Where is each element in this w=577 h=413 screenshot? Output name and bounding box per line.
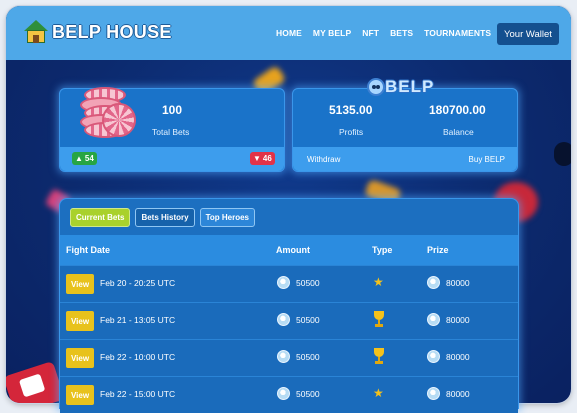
nav-nft[interactable]: NFT xyxy=(362,28,379,38)
logo[interactable]: BELP HOUSE xyxy=(24,20,172,44)
wallet-button[interactable]: Your Wallet xyxy=(497,23,559,45)
balance-value: 180700.00 xyxy=(429,103,486,117)
trophy-icon xyxy=(373,348,385,365)
table-row: View Feb 22 - 15:00 UTC 50500 ★ 80000 xyxy=(60,376,518,413)
logo-text: BELP HOUSE xyxy=(52,21,172,42)
prize-amount: 80000 xyxy=(446,389,470,399)
column-fight-date: Fight Date xyxy=(66,245,110,255)
star-icon: ★ xyxy=(373,386,384,400)
balance-label: Balance xyxy=(443,127,474,137)
bet-amount: 50500 xyxy=(296,389,320,399)
buy-belp-link[interactable]: Buy BELP xyxy=(469,155,505,164)
bet-amount: 50500 xyxy=(296,278,320,288)
like-badge[interactable]: ▲ 54 xyxy=(72,152,97,165)
table-row: View Feb 22 - 10:00 UTC 50500 80000 xyxy=(60,339,518,376)
column-prize: Prize xyxy=(427,245,449,255)
nav-tournaments[interactable]: TOURNAMENTS xyxy=(424,28,491,38)
fight-date: Feb 21 - 13:05 UTC xyxy=(100,315,176,325)
table-row: View Feb 21 - 13:05 UTC 50500 80000 xyxy=(60,302,518,339)
belp-coin-icon xyxy=(427,313,440,326)
column-type: Type xyxy=(372,245,393,255)
dislike-badge[interactable]: ▼ 46 xyxy=(250,152,275,165)
thumbs-down-icon: ▼ xyxy=(253,154,261,163)
poker-chips-icon xyxy=(74,83,140,139)
dislike-count: 46 xyxy=(262,154,272,163)
top-navbar: BELP HOUSE HOME MY BELP NFT BETS TOURNAM… xyxy=(6,6,571,60)
bets-tabs: Current Bets Bets History Top Heroes xyxy=(70,208,255,227)
view-button[interactable]: View xyxy=(66,385,94,405)
belp-mascot-icon xyxy=(367,78,385,96)
nav-my-belp[interactable]: MY BELP xyxy=(313,28,351,38)
profits-value: 5135.00 xyxy=(329,103,373,117)
belp-coin-icon xyxy=(427,387,440,400)
total-bets-label: Total Bets xyxy=(152,127,190,137)
column-amount: Amount xyxy=(276,245,310,255)
view-button[interactable]: View xyxy=(66,348,94,368)
bets-table-card: Current Bets Bets History Top Heroes Fig… xyxy=(59,198,519,413)
decorative-gift-box xyxy=(6,360,65,403)
belp-logo: BELP xyxy=(367,77,434,97)
table-row: View Feb 20 - 20:25 UTC 50500 ★ 80000 xyxy=(60,265,518,302)
prize-amount: 80000 xyxy=(446,315,470,325)
main-nav: HOME MY BELP NFT BETS TOURNAMENTS xyxy=(276,28,491,38)
trophy-icon xyxy=(373,311,385,328)
belp-coin-icon xyxy=(277,387,290,400)
total-bets-card: 100 Total Bets ▲ 54 ▼ 46 xyxy=(59,87,285,172)
nav-home[interactable]: HOME xyxy=(276,28,302,38)
prize-amount: 80000 xyxy=(446,278,470,288)
tab-bets-history[interactable]: Bets History xyxy=(135,208,195,227)
prize-amount: 80000 xyxy=(446,352,470,362)
decorative-shape xyxy=(554,142,571,166)
belp-coin-icon xyxy=(427,276,440,289)
bet-amount: 50500 xyxy=(296,315,320,325)
withdraw-link[interactable]: Withdraw xyxy=(307,155,340,164)
thumbs-up-icon: ▲ xyxy=(75,154,83,163)
like-count: 54 xyxy=(84,154,94,163)
profits-label: Profits xyxy=(339,127,364,137)
belp-coin-icon xyxy=(277,350,290,363)
fight-date: Feb 22 - 15:00 UTC xyxy=(100,389,176,399)
star-icon: ★ xyxy=(373,275,384,289)
belp-brand-text: BELP xyxy=(385,77,435,96)
fight-date: Feb 22 - 10:00 UTC xyxy=(100,352,176,362)
belp-coin-icon xyxy=(277,313,290,326)
belp-coin-icon xyxy=(427,350,440,363)
view-button[interactable]: View xyxy=(66,274,94,294)
bet-amount: 50500 xyxy=(296,352,320,362)
table-header: Fight Date Amount Type Prize xyxy=(60,235,518,265)
fight-date: Feb 20 - 20:25 UTC xyxy=(100,278,176,288)
total-bets-value: 100 xyxy=(162,103,183,117)
tab-current-bets[interactable]: Current Bets xyxy=(70,208,131,227)
tab-top-heroes[interactable]: Top Heroes xyxy=(199,208,255,227)
house-icon xyxy=(24,20,48,44)
balance-card: BELP 5135.00 Profits 180700.00 Balance W… xyxy=(292,77,518,172)
belp-coin-icon xyxy=(277,276,290,289)
view-button[interactable]: View xyxy=(66,311,94,331)
nav-bets[interactable]: BETS xyxy=(390,28,413,38)
